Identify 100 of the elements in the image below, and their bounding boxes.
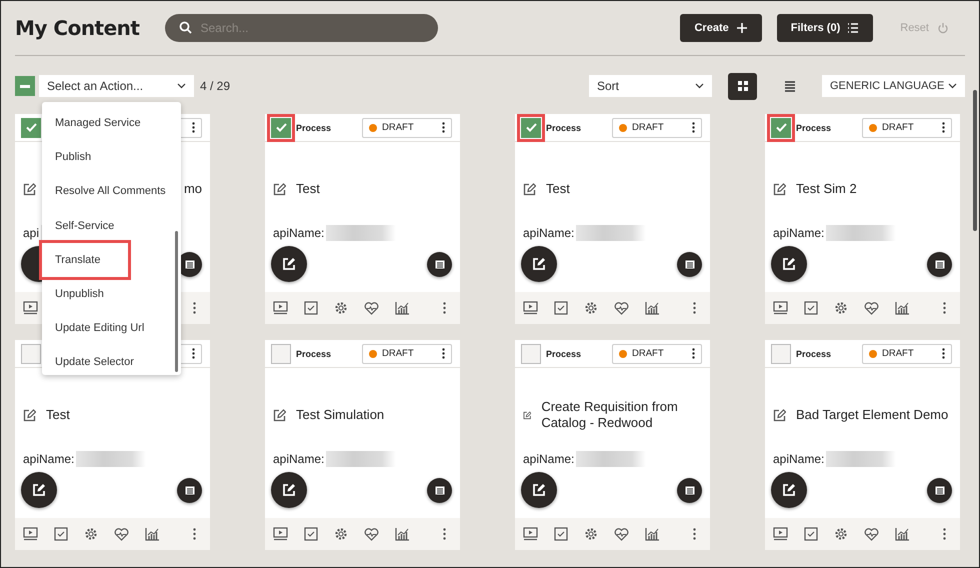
more-icon[interactable] bbox=[943, 528, 946, 540]
heart-pulse-icon[interactable] bbox=[614, 528, 629, 540]
status-menu-button[interactable]: DRAFT bbox=[362, 344, 452, 364]
heart-pulse-icon[interactable] bbox=[114, 528, 129, 540]
card-checkbox[interactable] bbox=[771, 118, 791, 138]
page-scrollbar[interactable] bbox=[973, 90, 977, 231]
preview-icon[interactable] bbox=[23, 527, 38, 541]
notes-button[interactable] bbox=[427, 478, 452, 502]
menu-item[interactable]: Translate bbox=[42, 242, 128, 277]
chart-icon[interactable] bbox=[645, 301, 660, 315]
more-icon[interactable] bbox=[693, 302, 696, 314]
more-icon[interactable] bbox=[943, 302, 946, 314]
card-title[interactable]: Test Sim 2 bbox=[796, 181, 857, 197]
card-title[interactable]: Test bbox=[546, 181, 570, 197]
edit-button[interactable] bbox=[521, 472, 557, 508]
menu-item[interactable]: Resolve All Comments bbox=[42, 174, 176, 209]
menu-item[interactable]: Unpublish bbox=[42, 276, 176, 312]
card-title[interactable]: Create Requisition from Catalog - Redwood bbox=[541, 399, 702, 431]
gear-icon[interactable] bbox=[334, 301, 348, 315]
checkbox-icon[interactable] bbox=[554, 301, 568, 315]
menu-item[interactable]: Publish bbox=[42, 140, 176, 174]
card-checkbox[interactable] bbox=[21, 344, 41, 364]
chart-icon[interactable] bbox=[145, 527, 160, 541]
checkbox-icon[interactable] bbox=[554, 527, 568, 541]
edit-button[interactable] bbox=[271, 246, 307, 282]
card-checkbox[interactable] bbox=[271, 118, 291, 138]
preview-icon[interactable] bbox=[773, 527, 788, 541]
status-menu-button[interactable]: DRAFT bbox=[612, 118, 702, 138]
select-all-checkbox[interactable] bbox=[15, 76, 35, 96]
edit-button[interactable] bbox=[271, 472, 307, 508]
notes-button[interactable] bbox=[927, 478, 952, 502]
menu-item[interactable]: Self-Service bbox=[42, 208, 176, 243]
checkbox-icon[interactable] bbox=[304, 301, 318, 315]
api-name-label: apiName: bbox=[773, 452, 824, 466]
more-icon[interactable] bbox=[443, 528, 446, 540]
card-checkbox[interactable] bbox=[771, 344, 791, 364]
chart-icon[interactable] bbox=[895, 527, 910, 541]
edit-icon bbox=[532, 483, 546, 497]
status-menu-button[interactable]: DRAFT bbox=[362, 118, 452, 138]
card-title[interactable]: Test Simulation bbox=[296, 407, 384, 423]
status-menu-button[interactable]: DRAFT bbox=[862, 344, 952, 364]
gear-icon[interactable] bbox=[334, 527, 348, 541]
heart-pulse-icon[interactable] bbox=[364, 302, 379, 314]
card-checkbox[interactable] bbox=[271, 344, 291, 364]
more-icon[interactable] bbox=[193, 302, 196, 314]
sort-select[interactable]: Sort bbox=[589, 75, 712, 97]
preview-icon[interactable] bbox=[23, 301, 38, 315]
chart-icon[interactable] bbox=[395, 301, 410, 315]
checkbox-icon[interactable] bbox=[54, 527, 68, 541]
status-menu-button[interactable]: DRAFT bbox=[612, 344, 702, 364]
heart-pulse-icon[interactable] bbox=[364, 528, 379, 540]
checkbox-icon[interactable] bbox=[804, 527, 818, 541]
preview-icon[interactable] bbox=[273, 301, 288, 315]
more-icon[interactable] bbox=[693, 528, 696, 540]
menu-item[interactable]: Update Selector bbox=[42, 345, 176, 380]
preview-icon[interactable] bbox=[273, 527, 288, 541]
card-title[interactable]: Test bbox=[46, 407, 70, 423]
action-select[interactable]: Select an Action... bbox=[39, 75, 194, 97]
card-checkbox[interactable] bbox=[521, 344, 541, 364]
preview-icon[interactable] bbox=[523, 527, 538, 541]
status-dot bbox=[619, 124, 627, 132]
card-title[interactable]: Test bbox=[296, 181, 320, 197]
menu-item[interactable]: Update Editing Url bbox=[42, 311, 176, 346]
more-icon[interactable] bbox=[193, 528, 196, 540]
checkbox-icon[interactable] bbox=[804, 301, 818, 315]
more-icon[interactable] bbox=[443, 302, 446, 314]
gear-icon[interactable] bbox=[84, 527, 98, 541]
card-checkbox[interactable] bbox=[521, 118, 541, 138]
gear-icon[interactable] bbox=[834, 301, 848, 315]
create-button[interactable]: Create bbox=[680, 14, 762, 42]
heart-pulse-icon[interactable] bbox=[864, 528, 879, 540]
heart-pulse-icon[interactable] bbox=[614, 302, 629, 314]
card-checkbox[interactable] bbox=[21, 118, 41, 138]
menu-item[interactable]: Managed Service bbox=[42, 106, 176, 140]
status-menu-button[interactable]: DRAFT bbox=[862, 118, 952, 138]
gear-icon[interactable] bbox=[584, 527, 598, 541]
menu-scrollbar[interactable] bbox=[175, 231, 178, 372]
edit-button[interactable] bbox=[771, 472, 807, 508]
notes-button[interactable] bbox=[677, 478, 702, 502]
gear-icon[interactable] bbox=[584, 301, 598, 315]
heart-pulse-icon[interactable] bbox=[864, 302, 879, 314]
notes-button[interactable] bbox=[427, 252, 452, 276]
chart-icon[interactable] bbox=[895, 301, 910, 315]
gear-icon[interactable] bbox=[834, 527, 848, 541]
preview-icon[interactable] bbox=[523, 301, 538, 315]
edit-button[interactable] bbox=[21, 472, 57, 508]
checkbox-icon[interactable] bbox=[304, 527, 318, 541]
chart-icon[interactable] bbox=[395, 527, 410, 541]
card-title[interactable]: Bad Target Element Demo bbox=[796, 407, 948, 423]
notes-button[interactable] bbox=[677, 252, 702, 276]
preview-icon[interactable] bbox=[773, 301, 788, 315]
edit-button[interactable] bbox=[521, 246, 557, 282]
edit-button[interactable] bbox=[771, 246, 807, 282]
grid-view-button[interactable] bbox=[728, 72, 757, 100]
filters-button[interactable]: Filters (0) bbox=[776, 14, 874, 42]
language-select[interactable]: GENERIC LANGUAGE bbox=[822, 75, 965, 97]
chart-icon[interactable] bbox=[645, 527, 660, 541]
card-title[interactable]: mo bbox=[184, 181, 202, 197]
notes-button[interactable] bbox=[927, 252, 952, 276]
notes-button[interactable] bbox=[177, 478, 202, 502]
